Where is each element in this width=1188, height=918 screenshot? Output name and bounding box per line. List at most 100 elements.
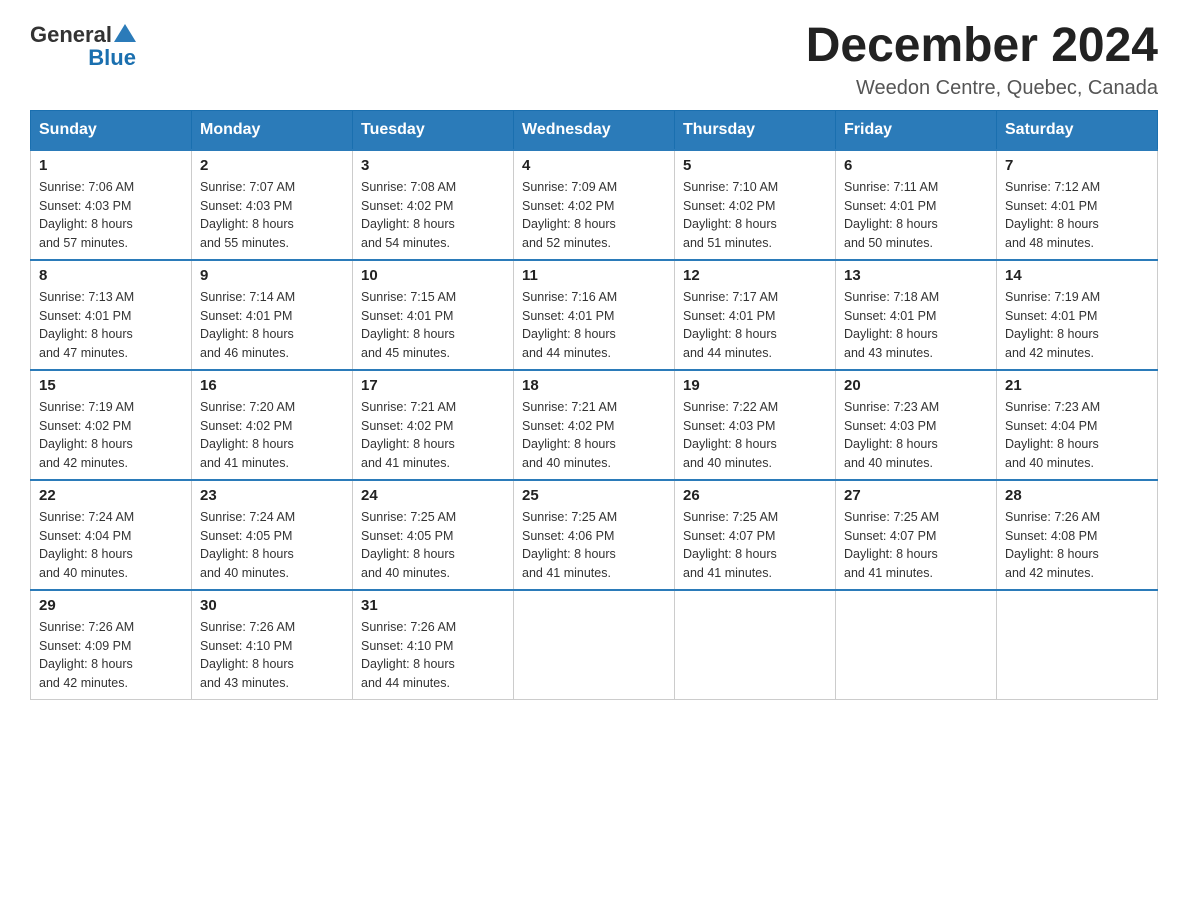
week-row-3: 15 Sunrise: 7:19 AM Sunset: 4:02 PM Dayl…	[31, 370, 1158, 480]
day-number: 7	[1005, 157, 1149, 174]
day-info: Sunrise: 7:26 AM Sunset: 4:10 PM Dayligh…	[200, 618, 344, 693]
day-info: Sunrise: 7:08 AM Sunset: 4:02 PM Dayligh…	[361, 178, 505, 253]
day-info: Sunrise: 7:26 AM Sunset: 4:08 PM Dayligh…	[1005, 508, 1149, 583]
day-number: 17	[361, 377, 505, 394]
day-info: Sunrise: 7:24 AM Sunset: 4:05 PM Dayligh…	[200, 508, 344, 583]
week-row-1: 1 Sunrise: 7:06 AM Sunset: 4:03 PM Dayli…	[31, 150, 1158, 260]
calendar-cell: 26 Sunrise: 7:25 AM Sunset: 4:07 PM Dayl…	[675, 480, 836, 590]
day-info: Sunrise: 7:23 AM Sunset: 4:03 PM Dayligh…	[844, 398, 988, 473]
day-info: Sunrise: 7:10 AM Sunset: 4:02 PM Dayligh…	[683, 178, 827, 253]
day-info: Sunrise: 7:25 AM Sunset: 4:06 PM Dayligh…	[522, 508, 666, 583]
calendar-cell: 5 Sunrise: 7:10 AM Sunset: 4:02 PM Dayli…	[675, 150, 836, 260]
day-number: 4	[522, 157, 666, 174]
day-info: Sunrise: 7:19 AM Sunset: 4:02 PM Dayligh…	[39, 398, 183, 473]
day-info: Sunrise: 7:25 AM Sunset: 4:05 PM Dayligh…	[361, 508, 505, 583]
day-info: Sunrise: 7:20 AM Sunset: 4:02 PM Dayligh…	[200, 398, 344, 473]
day-number: 28	[1005, 487, 1149, 504]
calendar-cell: 30 Sunrise: 7:26 AM Sunset: 4:10 PM Dayl…	[192, 590, 353, 700]
weekday-header-row: SundayMondayTuesdayWednesdayThursdayFrid…	[31, 110, 1158, 150]
calendar-cell: 2 Sunrise: 7:07 AM Sunset: 4:03 PM Dayli…	[192, 150, 353, 260]
title-area: December 2024 Weedon Centre, Quebec, Can…	[806, 20, 1158, 100]
weekday-header-saturday: Saturday	[997, 110, 1158, 150]
day-number: 20	[844, 377, 988, 394]
day-number: 22	[39, 487, 183, 504]
day-info: Sunrise: 7:12 AM Sunset: 4:01 PM Dayligh…	[1005, 178, 1149, 253]
day-info: Sunrise: 7:14 AM Sunset: 4:01 PM Dayligh…	[200, 288, 344, 363]
day-number: 13	[844, 267, 988, 284]
day-info: Sunrise: 7:15 AM Sunset: 4:01 PM Dayligh…	[361, 288, 505, 363]
calendar-cell: 24 Sunrise: 7:25 AM Sunset: 4:05 PM Dayl…	[353, 480, 514, 590]
day-number: 2	[200, 157, 344, 174]
day-info: Sunrise: 7:07 AM Sunset: 4:03 PM Dayligh…	[200, 178, 344, 253]
day-number: 16	[200, 377, 344, 394]
location-subtitle: Weedon Centre, Quebec, Canada	[806, 77, 1158, 100]
weekday-header-thursday: Thursday	[675, 110, 836, 150]
calendar-cell: 15 Sunrise: 7:19 AM Sunset: 4:02 PM Dayl…	[31, 370, 192, 480]
day-number: 9	[200, 267, 344, 284]
page-header: General Blue December 2024 Weedon Centre…	[30, 20, 1158, 100]
calendar-cell: 10 Sunrise: 7:15 AM Sunset: 4:01 PM Dayl…	[353, 260, 514, 370]
day-info: Sunrise: 7:26 AM Sunset: 4:09 PM Dayligh…	[39, 618, 183, 693]
week-row-2: 8 Sunrise: 7:13 AM Sunset: 4:01 PM Dayli…	[31, 260, 1158, 370]
day-number: 19	[683, 377, 827, 394]
weekday-header-wednesday: Wednesday	[514, 110, 675, 150]
day-info: Sunrise: 7:24 AM Sunset: 4:04 PM Dayligh…	[39, 508, 183, 583]
day-number: 14	[1005, 267, 1149, 284]
calendar-cell: 12 Sunrise: 7:17 AM Sunset: 4:01 PM Dayl…	[675, 260, 836, 370]
calendar-cell: 16 Sunrise: 7:20 AM Sunset: 4:02 PM Dayl…	[192, 370, 353, 480]
day-number: 3	[361, 157, 505, 174]
day-info: Sunrise: 7:16 AM Sunset: 4:01 PM Dayligh…	[522, 288, 666, 363]
day-number: 29	[39, 597, 183, 614]
calendar-cell: 11 Sunrise: 7:16 AM Sunset: 4:01 PM Dayl…	[514, 260, 675, 370]
day-number: 11	[522, 267, 666, 284]
day-number: 30	[200, 597, 344, 614]
week-row-4: 22 Sunrise: 7:24 AM Sunset: 4:04 PM Dayl…	[31, 480, 1158, 590]
calendar-cell: 23 Sunrise: 7:24 AM Sunset: 4:05 PM Dayl…	[192, 480, 353, 590]
calendar-cell	[514, 590, 675, 700]
week-row-5: 29 Sunrise: 7:26 AM Sunset: 4:09 PM Dayl…	[31, 590, 1158, 700]
logo: General Blue	[30, 20, 136, 71]
day-number: 23	[200, 487, 344, 504]
calendar-cell: 22 Sunrise: 7:24 AM Sunset: 4:04 PM Dayl…	[31, 480, 192, 590]
day-number: 5	[683, 157, 827, 174]
calendar-cell: 7 Sunrise: 7:12 AM Sunset: 4:01 PM Dayli…	[997, 150, 1158, 260]
day-info: Sunrise: 7:25 AM Sunset: 4:07 PM Dayligh…	[683, 508, 827, 583]
day-number: 21	[1005, 377, 1149, 394]
calendar-table: SundayMondayTuesdayWednesdayThursdayFrid…	[30, 110, 1158, 700]
calendar-cell: 14 Sunrise: 7:19 AM Sunset: 4:01 PM Dayl…	[997, 260, 1158, 370]
day-info: Sunrise: 7:26 AM Sunset: 4:10 PM Dayligh…	[361, 618, 505, 693]
day-number: 27	[844, 487, 988, 504]
day-info: Sunrise: 7:25 AM Sunset: 4:07 PM Dayligh…	[844, 508, 988, 583]
calendar-cell: 9 Sunrise: 7:14 AM Sunset: 4:01 PM Dayli…	[192, 260, 353, 370]
calendar-cell: 28 Sunrise: 7:26 AM Sunset: 4:08 PM Dayl…	[997, 480, 1158, 590]
weekday-header-friday: Friday	[836, 110, 997, 150]
day-info: Sunrise: 7:09 AM Sunset: 4:02 PM Dayligh…	[522, 178, 666, 253]
weekday-header-sunday: Sunday	[31, 110, 192, 150]
day-info: Sunrise: 7:13 AM Sunset: 4:01 PM Dayligh…	[39, 288, 183, 363]
calendar-cell: 20 Sunrise: 7:23 AM Sunset: 4:03 PM Dayl…	[836, 370, 997, 480]
calendar-cell: 19 Sunrise: 7:22 AM Sunset: 4:03 PM Dayl…	[675, 370, 836, 480]
month-title: December 2024	[806, 20, 1158, 73]
calendar-cell: 1 Sunrise: 7:06 AM Sunset: 4:03 PM Dayli…	[31, 150, 192, 260]
day-info: Sunrise: 7:23 AM Sunset: 4:04 PM Dayligh…	[1005, 398, 1149, 473]
logo-triangle-icon	[114, 22, 136, 44]
day-number: 12	[683, 267, 827, 284]
day-number: 10	[361, 267, 505, 284]
day-number: 15	[39, 377, 183, 394]
calendar-cell: 8 Sunrise: 7:13 AM Sunset: 4:01 PM Dayli…	[31, 260, 192, 370]
calendar-cell: 6 Sunrise: 7:11 AM Sunset: 4:01 PM Dayli…	[836, 150, 997, 260]
calendar-cell: 3 Sunrise: 7:08 AM Sunset: 4:02 PM Dayli…	[353, 150, 514, 260]
logo-general-text: General	[30, 22, 112, 48]
calendar-cell: 4 Sunrise: 7:09 AM Sunset: 4:02 PM Dayli…	[514, 150, 675, 260]
day-number: 31	[361, 597, 505, 614]
day-info: Sunrise: 7:17 AM Sunset: 4:01 PM Dayligh…	[683, 288, 827, 363]
day-info: Sunrise: 7:18 AM Sunset: 4:01 PM Dayligh…	[844, 288, 988, 363]
calendar-cell: 29 Sunrise: 7:26 AM Sunset: 4:09 PM Dayl…	[31, 590, 192, 700]
weekday-header-tuesday: Tuesday	[353, 110, 514, 150]
day-info: Sunrise: 7:06 AM Sunset: 4:03 PM Dayligh…	[39, 178, 183, 253]
day-info: Sunrise: 7:19 AM Sunset: 4:01 PM Dayligh…	[1005, 288, 1149, 363]
day-number: 18	[522, 377, 666, 394]
day-info: Sunrise: 7:11 AM Sunset: 4:01 PM Dayligh…	[844, 178, 988, 253]
day-number: 1	[39, 157, 183, 174]
calendar-cell	[997, 590, 1158, 700]
